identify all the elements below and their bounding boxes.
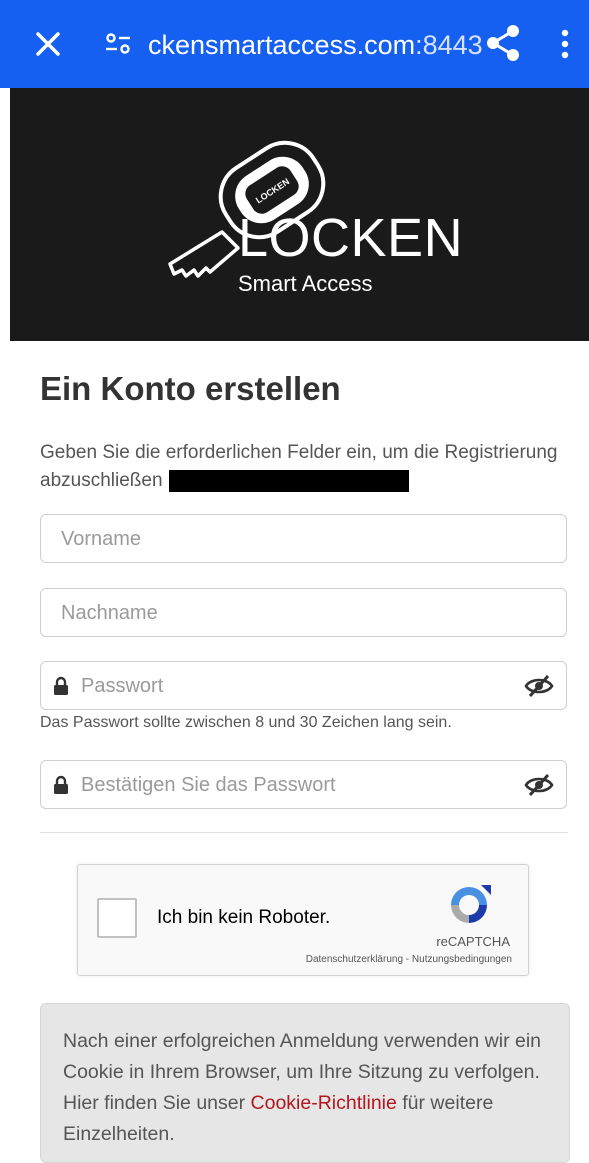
recaptcha-brand: reCAPTCHA xyxy=(436,934,510,949)
logo-banner: LOCKEN LOCKEN Smart Access xyxy=(10,88,589,341)
lastname-input[interactable] xyxy=(59,589,553,638)
lock-icon xyxy=(54,676,68,695)
more-vert-icon[interactable] xyxy=(552,24,578,64)
recaptcha-label: Ich bin kein Roboter. xyxy=(157,907,331,928)
password-hint: Das Passwort sollte zwischen 8 und 30 Ze… xyxy=(40,714,452,731)
privacy-link[interactable]: Datenschutzerklärung xyxy=(306,954,403,965)
brand-name: LOCKEN xyxy=(238,208,464,268)
firstname-input[interactable] xyxy=(59,515,553,564)
password-field xyxy=(40,661,567,711)
confirm-password-input[interactable] xyxy=(79,761,513,810)
redacted-block xyxy=(168,469,409,492)
confirm-password-field xyxy=(40,760,567,810)
cookie-policy-link[interactable]: Cookie-Richtlinie xyxy=(251,1092,397,1114)
cookie-notice: Nach einer erfolgreichen Anmeldung verwe… xyxy=(40,1003,570,1163)
url-port: :8443 xyxy=(415,30,483,60)
visibility-off-icon[interactable] xyxy=(524,674,554,698)
links-separator: - xyxy=(403,954,412,965)
recaptcha-checkbox[interactable] xyxy=(97,898,137,938)
divider xyxy=(40,832,568,833)
firstname-field xyxy=(40,514,567,564)
form-intro: Geben Sie die erforderlichen Felder ein,… xyxy=(40,439,560,495)
site-settings-icon[interactable] xyxy=(104,28,132,60)
password-input[interactable] xyxy=(79,662,513,711)
recaptcha-links: Datenschutzerklärung - Nutzungsbedingung… xyxy=(306,954,512,965)
url-bar[interactable]: ckensmartaccess.com:8443 xyxy=(148,27,483,63)
recaptcha-logo-icon xyxy=(451,885,491,923)
lastname-field xyxy=(40,588,567,638)
browser-toolbar: ckensmartaccess.com:8443 xyxy=(0,0,589,88)
page-title: Ein Konto erstellen xyxy=(40,370,341,407)
share-icon[interactable] xyxy=(484,22,522,64)
visibility-off-icon[interactable] xyxy=(524,773,554,797)
recaptcha-widget: Ich bin kein Roboter. reCAPTCHA Datensch… xyxy=(77,864,529,976)
terms-link[interactable]: Nutzungsbedingungen xyxy=(412,954,512,965)
lock-icon xyxy=(54,775,68,794)
brand-subtitle: Smart Access xyxy=(238,271,373,296)
url-host: ckensmartaccess.com xyxy=(148,30,416,60)
close-icon[interactable] xyxy=(30,24,66,64)
